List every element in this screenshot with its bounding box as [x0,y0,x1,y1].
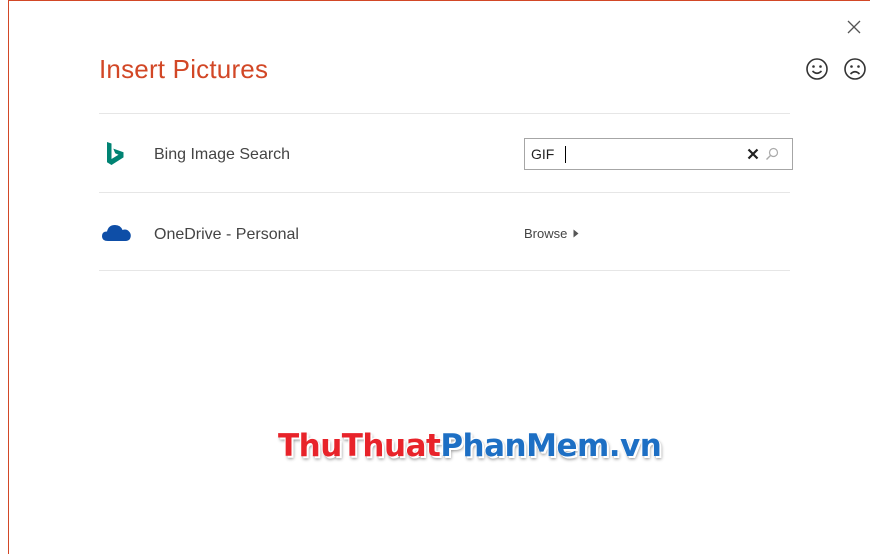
frowny-face-icon [844,58,866,80]
browse-onedrive-link[interactable]: Browse [524,226,579,241]
smiley-face-icon [806,58,828,80]
send-frown-button[interactable] [843,57,867,81]
search-button[interactable] [763,145,781,163]
divider [99,270,790,271]
send-smile-button[interactable] [805,57,829,81]
divider [99,192,790,193]
magnifier-icon [766,147,779,160]
clear-x-icon [747,148,759,160]
dialog-title: Insert Pictures [99,54,269,84]
bing-search-input[interactable] [531,144,741,164]
onedrive-cloud-icon [100,222,132,244]
watermark: ThuThuatPhanMem.vn [278,428,662,464]
bing-image-search-label: Bing Image Search [154,146,291,163]
onedrive-personal-label: OneDrive - Personal [154,226,299,243]
watermark-part-3: .vn [608,428,662,464]
watermark-part-2: PhanMem [440,428,609,464]
watermark-part-1: ThuThuat [278,428,441,464]
divider [99,113,790,114]
clear-search-button[interactable] [745,145,761,163]
caret-right-icon [573,229,579,238]
text-caret [565,146,566,163]
bing-search-box [524,138,793,170]
browse-label: Browse [524,226,568,241]
bing-logo-icon [104,140,126,168]
close-button[interactable] [843,16,865,38]
close-icon [847,20,861,34]
